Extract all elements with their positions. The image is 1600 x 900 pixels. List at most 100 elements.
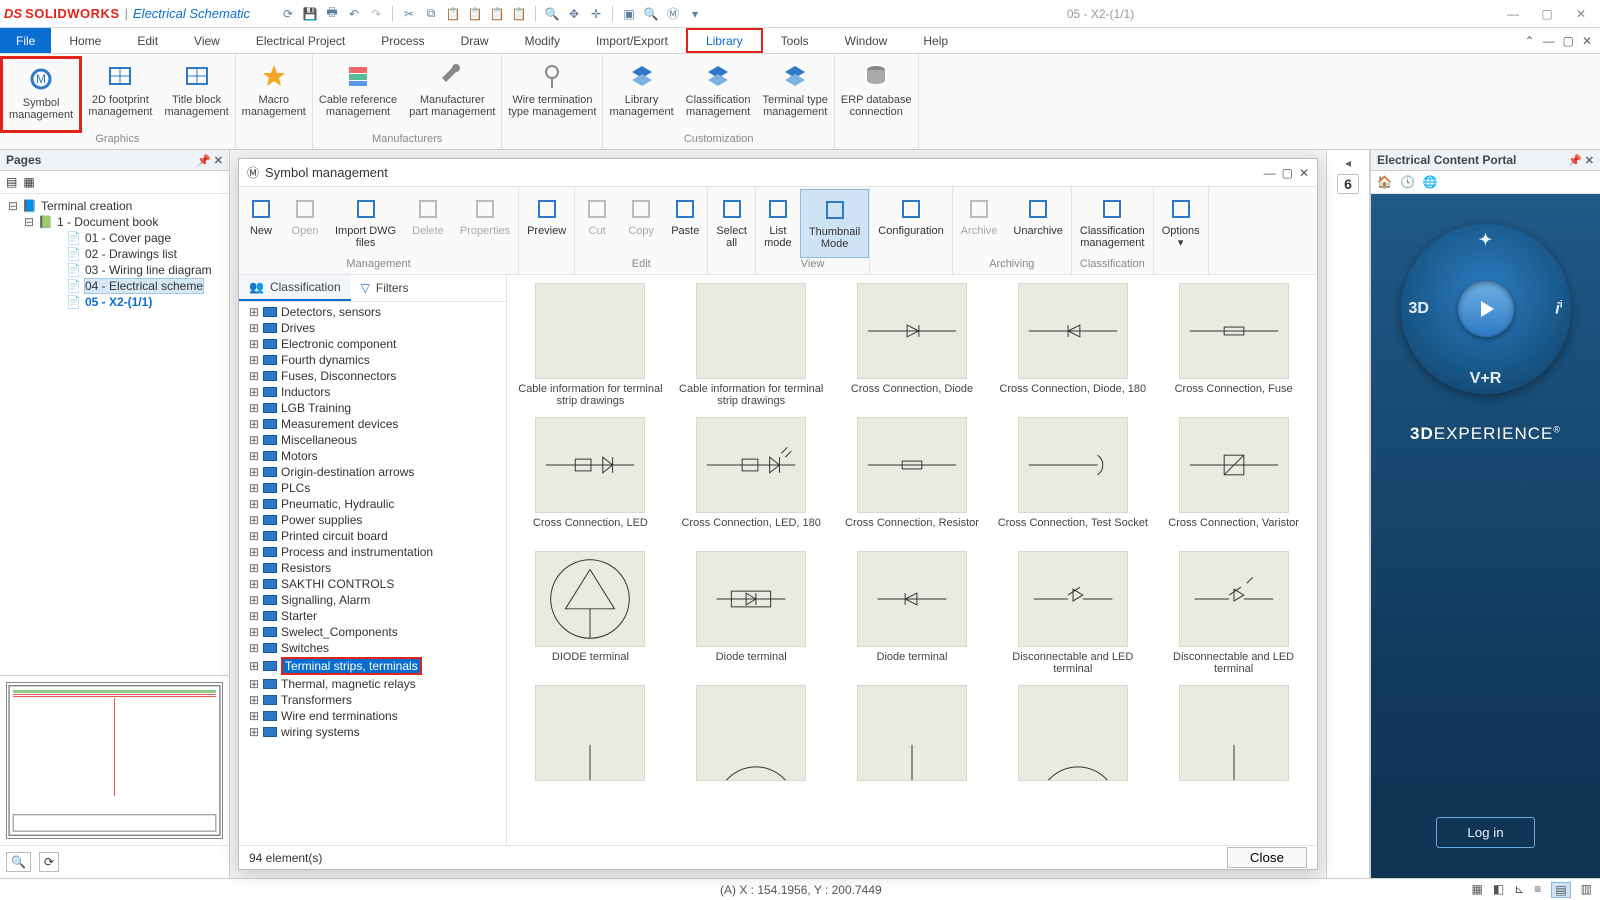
sm-select-all[interactable]: Selectall [708, 189, 755, 270]
class-starter[interactable]: ⊞Starter [239, 608, 506, 624]
status-ortho-icon[interactable]: ⊾ [1514, 882, 1524, 898]
symbol-12[interactable]: Diode terminal [837, 551, 988, 675]
menu-import-export[interactable]: Import/Export [578, 28, 686, 53]
symbol-10[interactable]: DIODE terminal [515, 551, 666, 675]
symbol-more-0[interactable] [515, 685, 666, 809]
maximize-icon[interactable]: ▢ [1532, 6, 1562, 22]
qat-window-icon[interactable]: ▣ [621, 6, 637, 22]
login-button[interactable]: Log in [1436, 817, 1534, 848]
ribbon-cable-reference-management[interactable]: Cable referencemanagement [313, 56, 403, 133]
compass-widget[interactable]: ✦ 3D ii V+R [1401, 224, 1571, 394]
class-process-and-instrumentation[interactable]: ⊞Process and instrumentation [239, 544, 506, 560]
qat-save-icon[interactable]: 💾 [302, 6, 318, 22]
class-detectors-sensors[interactable]: ⊞Detectors, sensors [239, 304, 506, 320]
ribbon-max-icon[interactable]: ▢ [1563, 34, 1574, 48]
preview-refresh-icon[interactable]: ⟳ [39, 852, 59, 872]
ecp-globe-icon[interactable]: 🌐 [1423, 175, 1438, 189]
menu-process[interactable]: Process [363, 28, 442, 53]
compass-play-icon[interactable] [1458, 281, 1514, 337]
class-origin-destination-arrows[interactable]: ⊞Origin-destination arrows [239, 464, 506, 480]
ribbon-wire-termination-type-management[interactable]: Wire terminationtype management [502, 56, 602, 145]
ecp-pin-icon[interactable]: 📌 ✕ [1568, 154, 1594, 167]
sm-new[interactable]: New [239, 189, 283, 258]
menu-modify[interactable]: Modify [507, 28, 578, 53]
sm-options-[interactable]: Options▾ [1154, 189, 1208, 270]
minimize-icon[interactable]: — [1498, 6, 1528, 22]
qat-print-icon[interactable]: 🖶 [324, 6, 340, 22]
class-electronic-component[interactable]: ⊞Electronic component [239, 336, 506, 352]
tree-root[interactable]: ⊟📘Terminal creation [0, 198, 229, 214]
status-lines-icon[interactable]: ≡ [1534, 882, 1541, 898]
qat-undo-icon[interactable]: ↶ [346, 6, 362, 22]
ribbon-symbol-management[interactable]: MSymbolmanagement [0, 56, 82, 133]
ribbon-collapse-icon[interactable]: ⌃ [1525, 34, 1535, 48]
class-measurement-devices[interactable]: ⊞Measurement devices [239, 416, 506, 432]
symbol-5[interactable]: Cross Connection, LED [515, 417, 666, 541]
symbol-13[interactable]: Disconnectable and LED terminal [997, 551, 1148, 675]
ribbon-d-footprint-management[interactable]: 2D footprintmanagement [82, 56, 158, 133]
qat-zoom-icon[interactable]: 🔍 [544, 6, 560, 22]
class-inductors[interactable]: ⊞Inductors [239, 384, 506, 400]
ribbon-classification-management[interactable]: Classificationmanagement [680, 56, 757, 133]
qat-paste2-icon[interactable]: 📋 [467, 6, 483, 22]
qat-paste3-icon[interactable]: 📋 [489, 6, 505, 22]
tab-chip[interactable]: 6 [1337, 174, 1359, 194]
status-layers-icon[interactable]: ▤ [1551, 882, 1570, 898]
symbol-7[interactable]: Cross Connection, Resistor [837, 417, 988, 541]
symbol-1[interactable]: Cable information for terminal strip dra… [676, 283, 827, 407]
qat-dropdown-icon[interactable]: ▾ [687, 6, 703, 22]
symbol-8[interactable]: Cross Connection, Test Socket [997, 417, 1148, 541]
sm-list-mode[interactable]: Listmode [756, 189, 800, 258]
ribbon-close-icon[interactable]: ✕ [1582, 34, 1592, 48]
class-fuses-disconnectors[interactable]: ⊞Fuses, Disconnectors [239, 368, 506, 384]
class-wire-end-terminations[interactable]: ⊞Wire end terminations [239, 708, 506, 724]
tree-page-0[interactable]: 📄01 - Cover page [0, 230, 229, 246]
symbol-4[interactable]: Cross Connection, Fuse [1158, 283, 1309, 407]
class-sakthi-controls[interactable]: ⊞SAKTHI CONTROLS [239, 576, 506, 592]
sm-classification-management[interactable]: Classificationmanagement [1072, 189, 1153, 258]
sm-import-dwg-files[interactable]: Import DWGfiles [327, 189, 404, 258]
symbol-9[interactable]: Cross Connection, Varistor [1158, 417, 1309, 541]
class-swelect-components[interactable]: ⊞Swelect_Components [239, 624, 506, 640]
menu-library[interactable]: Library [686, 28, 763, 53]
tab-classification[interactable]: 👥Classification [239, 275, 351, 301]
class-wiring-systems[interactable]: ⊞wiring systems [239, 724, 506, 740]
class-power-supplies[interactable]: ⊞Power supplies [239, 512, 506, 528]
qat-search-icon[interactable]: 🔍 [643, 6, 659, 22]
class-motors[interactable]: ⊞Motors [239, 448, 506, 464]
sm-preview[interactable]: Preview [519, 189, 574, 270]
tree-page-4[interactable]: 📄05 - X2-(1/1) [0, 294, 229, 310]
tabstrip-left-icon[interactable]: ◂ [1345, 156, 1351, 170]
menu-tools[interactable]: Tools [763, 28, 827, 53]
symbol-more-1[interactable] [676, 685, 827, 809]
class-miscellaneous[interactable]: ⊞Miscellaneous [239, 432, 506, 448]
symbol-more-3[interactable] [997, 685, 1148, 809]
close-button[interactable]: Close [1227, 847, 1307, 868]
symbol-more-2[interactable] [837, 685, 988, 809]
class-fourth-dynamics[interactable]: ⊞Fourth dynamics [239, 352, 506, 368]
class-pneumatic-hydraulic[interactable]: ⊞Pneumatic, Hydraulic [239, 496, 506, 512]
class-lgb-training[interactable]: ⊞LGB Training [239, 400, 506, 416]
qat-move-icon[interactable]: ✛ [588, 6, 604, 22]
menu-draw[interactable]: Draw [443, 28, 507, 53]
ribbon-manufacturer-part-management[interactable]: Manufacturerpart management [403, 56, 501, 133]
class-plcs[interactable]: ⊞PLCs [239, 480, 506, 496]
ribbon-erp-database-connection[interactable]: ERP databaseconnection [835, 56, 918, 145]
sm-unarchive[interactable]: Unarchive [1005, 189, 1071, 258]
menu-window[interactable]: Window [827, 28, 906, 53]
symbol-14[interactable]: Disconnectable and LED terminal [1158, 551, 1309, 675]
dialog-minimize-icon[interactable]: — [1264, 166, 1276, 180]
pin-icon[interactable]: 📌 ✕ [197, 154, 223, 167]
ribbon-library-management[interactable]: Librarymanagement [603, 56, 679, 133]
qat-refresh-icon[interactable]: ⟳ [280, 6, 296, 22]
class-thermal-magnetic-relays[interactable]: ⊞Thermal, magnetic relays [239, 676, 506, 692]
classification-tree[interactable]: ⊞Detectors, sensors⊞Drives⊞Electronic co… [239, 302, 506, 845]
symbol-6[interactable]: Cross Connection, LED, 180 [676, 417, 827, 541]
ecp-home-icon[interactable]: 🏠 [1377, 175, 1392, 189]
qat-marker-icon[interactable]: Ⓜ [665, 6, 681, 22]
qat-copy-icon[interactable]: ⧉ [423, 6, 439, 22]
symbol-more-4[interactable] [1158, 685, 1309, 809]
symbol-0[interactable]: Cable information for terminal strip dra… [515, 283, 666, 407]
tree-book[interactable]: ⊟📗1 - Document book [0, 214, 229, 230]
qat-pan-icon[interactable]: ✥ [566, 6, 582, 22]
